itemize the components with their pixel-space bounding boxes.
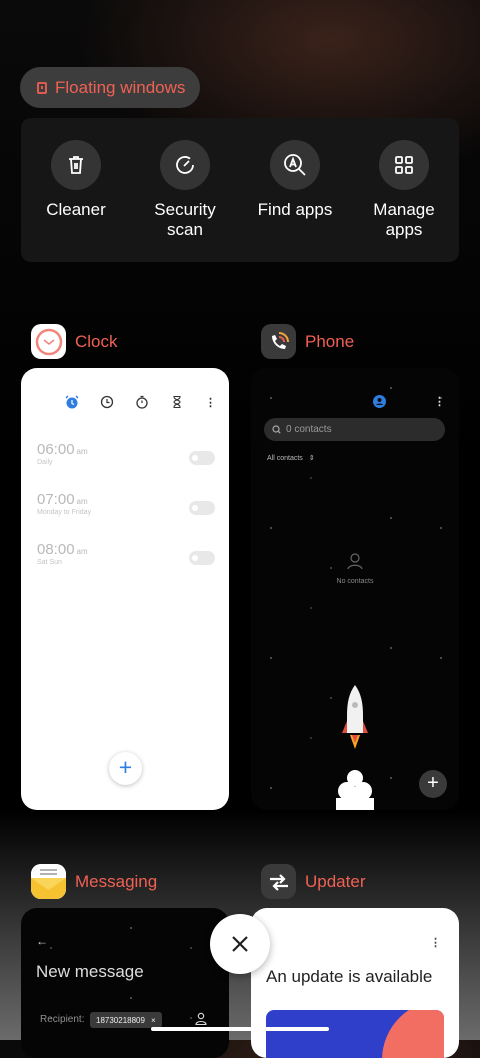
timer-tab-icon[interactable] bbox=[170, 395, 184, 409]
home-indicator[interactable] bbox=[151, 1027, 329, 1031]
clock-app-header[interactable]: Clock bbox=[31, 324, 118, 359]
clock-more-icon[interactable]: ⋮ bbox=[205, 396, 216, 409]
updater-app-card[interactable]: ⋮ An update is available bbox=[251, 908, 459, 1058]
recipient-number: 18730218809 bbox=[96, 1015, 145, 1025]
dropdown-arrows-icon: ⇕ bbox=[308, 455, 315, 462]
stopwatch-tab-icon[interactable] bbox=[135, 395, 149, 409]
recipient-chip[interactable]: 18730218809 × bbox=[90, 1012, 162, 1028]
world-clock-tab-icon[interactable] bbox=[100, 395, 114, 409]
alarm-row[interactable]: 08:00 am Sat Sun bbox=[37, 541, 215, 566]
phone-app-header[interactable]: Phone bbox=[261, 324, 354, 359]
messaging-app-name: Messaging bbox=[75, 871, 158, 891]
recipient-label: Recipient: bbox=[40, 1014, 85, 1025]
phone-app-icon bbox=[261, 324, 296, 359]
manage-apps-label: Manage apps bbox=[373, 200, 435, 239]
filter-label: All contacts bbox=[267, 455, 303, 462]
alarm-repeat: Sat Sun bbox=[37, 559, 62, 566]
find-apps-button[interactable]: Find apps bbox=[240, 140, 350, 220]
alarm-toggle[interactable] bbox=[189, 451, 215, 465]
grid-icon bbox=[379, 140, 429, 190]
alarm-tab-icon[interactable] bbox=[65, 395, 79, 409]
floating-window-icon bbox=[37, 81, 47, 94]
cleaner-button[interactable]: Cleaner bbox=[21, 140, 131, 220]
update-available-title: An update is available bbox=[266, 967, 433, 986]
security-scan-button[interactable]: Security scan bbox=[130, 140, 240, 240]
clear-all-button[interactable] bbox=[210, 914, 270, 974]
manage-apps-button[interactable]: Manage apps bbox=[349, 140, 459, 240]
alarm-time: 08:00 bbox=[37, 541, 75, 558]
find-apps-label: Find apps bbox=[257, 200, 333, 219]
phone-app-card[interactable]: ⋮ 0 contacts All contacts ⇕ No contacts … bbox=[251, 368, 459, 810]
back-arrow-icon[interactable]: ← bbox=[36, 934, 48, 948]
cleaner-label: Cleaner bbox=[46, 200, 106, 219]
messaging-app-header[interactable]: Messaging bbox=[31, 864, 157, 899]
updater-app-name: Updater bbox=[305, 871, 366, 891]
alarm-row[interactable]: 06:00 am Daily bbox=[37, 441, 215, 466]
updater-app-icon bbox=[261, 864, 296, 899]
update-banner-image bbox=[266, 1010, 444, 1058]
clock-tabs: ⋮ bbox=[65, 395, 216, 409]
phone-more-icon[interactable]: ⋮ bbox=[434, 395, 445, 408]
floating-windows-button[interactable]: Floating windows bbox=[20, 67, 200, 108]
no-contacts-text: No contacts bbox=[336, 578, 374, 585]
updater-more-icon[interactable]: ⋮ bbox=[430, 936, 441, 949]
alarm-ampm: am bbox=[76, 497, 88, 506]
alarm-ampm: am bbox=[76, 547, 88, 556]
security-scan-icon bbox=[160, 140, 210, 190]
contacts-search-input[interactable]: 0 contacts bbox=[264, 418, 445, 441]
remove-recipient-icon[interactable]: × bbox=[151, 1016, 156, 1025]
rocket-illustration bbox=[336, 685, 374, 810]
alarm-time: 06:00 bbox=[37, 441, 75, 458]
contact-picker-icon[interactable] bbox=[195, 1012, 207, 1026]
updater-app-header[interactable]: Updater bbox=[261, 864, 365, 899]
alarm-ampm: am bbox=[76, 447, 88, 456]
alarm-row[interactable]: 07:00 am Monday to Friday bbox=[37, 491, 215, 516]
contacts-filter-dropdown[interactable]: All contacts ⇕ bbox=[267, 454, 315, 462]
search-placeholder: 0 contacts bbox=[286, 424, 332, 435]
security-scan-label: Security scan bbox=[154, 200, 216, 239]
alarm-time: 07:00 bbox=[37, 491, 75, 508]
floating-windows-label: Floating windows bbox=[55, 77, 186, 97]
alarm-repeat: Daily bbox=[37, 459, 53, 466]
quick-tools-panel: Cleaner Security scan Find apps Manage a… bbox=[21, 118, 459, 262]
contact-placeholder-icon bbox=[347, 553, 363, 570]
clock-app-name: Clock bbox=[75, 331, 118, 351]
close-icon bbox=[232, 936, 248, 952]
alarm-toggle[interactable] bbox=[189, 551, 215, 565]
phone-app-name: Phone bbox=[305, 331, 355, 351]
contacts-tab-icon[interactable] bbox=[373, 395, 386, 408]
search-icon bbox=[272, 425, 281, 434]
clock-app-card[interactable]: ⋮ 06:00 am Daily 07:00 am Monday to Friday… bbox=[21, 368, 229, 810]
find-apps-icon bbox=[270, 140, 320, 190]
messaging-app-card[interactable]: ← New message Recipient: 18730218809 × bbox=[21, 908, 229, 1058]
messaging-app-icon bbox=[31, 864, 66, 899]
add-alarm-button[interactable]: + bbox=[109, 752, 142, 785]
new-message-title: New message bbox=[36, 962, 144, 981]
alarm-repeat: Monday to Friday bbox=[37, 509, 92, 516]
alarm-toggle[interactable] bbox=[189, 501, 215, 515]
add-contact-button[interactable]: + bbox=[419, 770, 447, 798]
trash-icon bbox=[51, 140, 101, 190]
clock-app-icon bbox=[31, 324, 66, 359]
